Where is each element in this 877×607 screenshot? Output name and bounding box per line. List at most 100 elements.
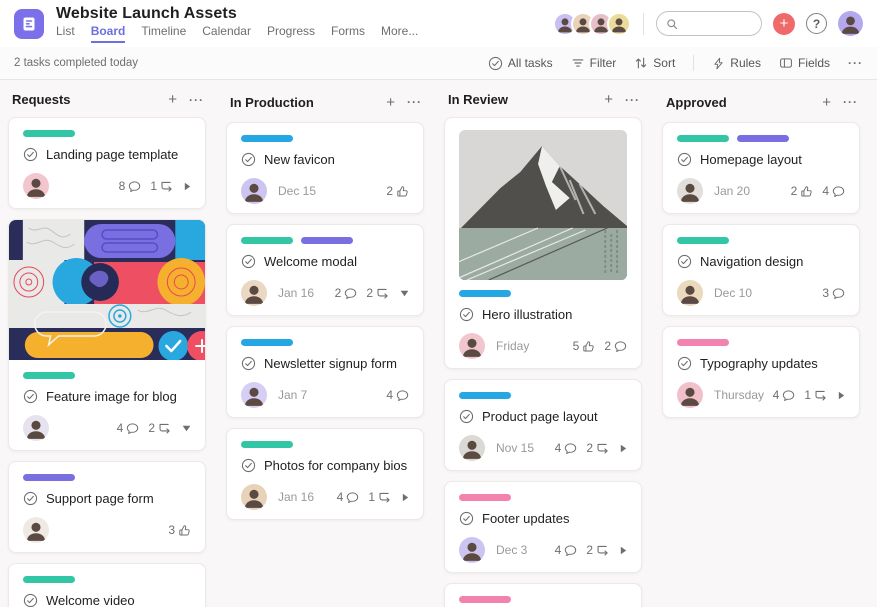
tab-calendar[interactable]: Calendar: [202, 24, 251, 43]
comment-icon: [832, 185, 845, 198]
collaborator-avatar[interactable]: [607, 12, 631, 36]
assignee-avatar: [677, 178, 703, 204]
complete-checkmark-icon[interactable]: [241, 356, 256, 371]
rules-button[interactable]: Rules: [712, 56, 761, 70]
complete-checkmark-icon[interactable]: [677, 356, 692, 371]
task-title: Feature image for blog: [46, 389, 177, 404]
column-menu-button[interactable]: ···: [189, 94, 204, 106]
card-footer: 42: [23, 415, 191, 441]
task-card[interactable]: Photos for company biosJan 1641: [226, 428, 424, 520]
complete-checkmark-icon[interactable]: [459, 511, 474, 526]
complete-checkmark-icon[interactable]: [23, 147, 38, 162]
search-input[interactable]: [683, 17, 752, 31]
all-tasks-button[interactable]: All tasks: [488, 56, 553, 71]
tag-blue: [241, 135, 293, 142]
column-menu-button[interactable]: ···: [407, 96, 422, 108]
task-card[interactable]: [444, 583, 642, 607]
complete-checkmark-icon[interactable]: [23, 491, 38, 506]
complete-checkmark-icon[interactable]: [459, 307, 474, 322]
column-menu-button[interactable]: ···: [625, 94, 640, 106]
card-footer: Friday52: [459, 333, 627, 359]
comment-icon: [832, 287, 845, 300]
task-title: Typography updates: [700, 356, 818, 371]
tag-row: [23, 576, 191, 583]
more-options-button[interactable]: ···: [848, 56, 863, 70]
card-footer: 3: [23, 517, 191, 543]
task-card[interactable]: Newsletter signup formJan 74: [226, 326, 424, 418]
complete-checkmark-icon[interactable]: [23, 593, 38, 607]
tag-green: [23, 372, 75, 379]
expand-subtasks-button[interactable]: [182, 425, 191, 432]
tab-progress[interactable]: Progress: [267, 24, 315, 43]
task-card[interactable]: Typography updatesThursday41: [662, 326, 860, 418]
thumbs-up-icon: [396, 185, 409, 198]
column-menu-button[interactable]: ···: [843, 96, 858, 108]
card-footer: Jan 74: [241, 382, 409, 408]
tab-list[interactable]: List: [56, 24, 75, 43]
subtasks-count: 1: [804, 388, 827, 402]
expand-subtasks-button[interactable]: [620, 444, 627, 453]
expand-subtasks-button[interactable]: [402, 493, 409, 502]
tag-pink: [459, 596, 511, 603]
task-card[interactable]: New faviconDec 152: [226, 122, 424, 214]
tag-green: [23, 576, 75, 583]
tab-forms[interactable]: Forms: [331, 24, 365, 43]
expand-subtasks-button[interactable]: [838, 391, 845, 400]
due-date: Nov 15: [496, 441, 534, 455]
expand-subtasks-button[interactable]: [620, 546, 627, 555]
subtasks-count: 2: [366, 286, 389, 300]
task-card[interactable]: Navigation designDec 103: [662, 224, 860, 316]
task-title-row: Typography updates: [677, 356, 845, 371]
expand-subtasks-button[interactable]: [184, 182, 191, 191]
control-label: Fields: [798, 56, 830, 70]
add-task-button[interactable]: +: [604, 92, 613, 107]
task-stats: 3: [168, 523, 191, 537]
task-title: Hero illustration: [482, 307, 572, 322]
complete-checkmark-icon[interactable]: [677, 254, 692, 269]
task-card[interactable]: Hero illustration Friday52: [444, 117, 642, 369]
task-card[interactable]: Homepage layoutJan 2024: [662, 122, 860, 214]
task-card[interactable]: Welcome modalJan 1622: [226, 224, 424, 316]
person-silhouette-icon: [459, 333, 485, 359]
person-silhouette-icon: [241, 178, 267, 204]
task-card[interactable]: Footer updatesDec 342: [444, 481, 642, 573]
filter-button[interactable]: Filter: [571, 56, 617, 70]
search-box[interactable]: [656, 11, 762, 36]
create-button[interactable]: +: [773, 13, 795, 35]
complete-checkmark-icon[interactable]: [677, 152, 692, 167]
person-silhouette-icon: [677, 178, 703, 204]
person-silhouette-icon: [609, 14, 629, 34]
add-task-button[interactable]: +: [386, 95, 395, 110]
tab-board[interactable]: Board: [91, 24, 126, 43]
task-card[interactable]: Landing page template81: [8, 117, 206, 209]
project-icon[interactable]: [14, 9, 44, 39]
tag-row: [241, 441, 409, 448]
complete-checkmark-icon[interactable]: [241, 152, 256, 167]
add-task-button[interactable]: +: [822, 95, 831, 110]
subtasks-count: 1: [150, 179, 173, 193]
page-title: Website Launch Assets: [56, 4, 418, 23]
task-card[interactable]: Support page form3: [8, 461, 206, 553]
add-task-button[interactable]: +: [168, 92, 177, 107]
task-card[interactable]: Welcome video: [8, 563, 206, 607]
tab-more[interactable]: More...: [381, 24, 418, 43]
task-stats: 41: [773, 388, 845, 402]
sort-button[interactable]: Sort: [634, 56, 675, 70]
help-button[interactable]: ?: [806, 13, 827, 34]
fields-button[interactable]: Fields: [779, 56, 830, 70]
tab-timeline[interactable]: Timeline: [141, 24, 186, 43]
count: 2: [335, 286, 342, 300]
tag-green: [241, 441, 293, 448]
control-label: Rules: [730, 56, 761, 70]
current-user-avatar[interactable]: [838, 11, 863, 36]
task-stats: 24: [791, 184, 845, 198]
complete-checkmark-icon[interactable]: [241, 458, 256, 473]
complete-checkmark-icon[interactable]: [459, 409, 474, 424]
tag-row: [459, 596, 627, 603]
task-card[interactable]: Feature image for blog 42: [8, 219, 206, 451]
column-header: In Production+···: [226, 92, 424, 112]
task-card[interactable]: Product page layoutNov 1542: [444, 379, 642, 471]
expand-subtasks-button[interactable]: [400, 290, 409, 297]
complete-checkmark-icon[interactable]: [241, 254, 256, 269]
complete-checkmark-icon[interactable]: [23, 389, 38, 404]
